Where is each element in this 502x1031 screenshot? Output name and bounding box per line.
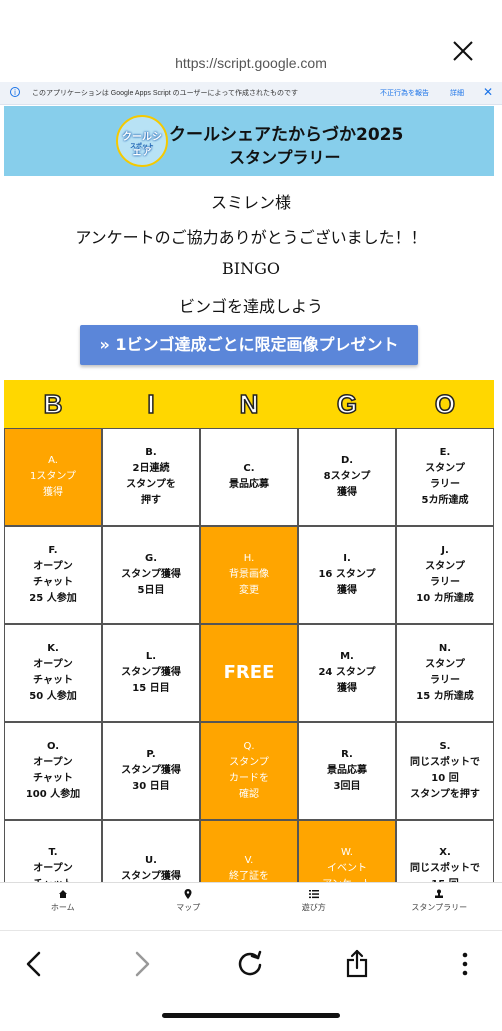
bingo-cell[interactable]: D. 8スタンプ 獲得 [298,428,396,526]
bingo-grid: A. 1スタンプ 獲得 B. 2日連続 スタンプを 押す C. 景品応募 D. 8スタ… [4,428,494,882]
report-abuse-link[interactable]: 不正行為を報告 [380,88,429,98]
nav-howto[interactable]: 遊び方 [251,883,377,921]
bingo-cell-text: W. イベント アンケート [322,845,372,882]
bingo-goal: ビンゴを達成しよう [0,293,502,317]
forward-icon[interactable] [124,947,158,981]
thanks-message: アンケートのご協力ありがとうございました！！ [0,224,502,248]
more-icon[interactable] [448,947,482,981]
header-title-line2: スタンプラリー [229,144,341,168]
bingo-cell-text: H. 背景画像 変更 [229,551,269,599]
bingo-cell[interactable]: M. 24 スタンプ 獲得 [298,624,396,722]
gas-banner-message: このアプリケーションは Google Apps Script のユーザーによって… [32,88,298,98]
bingo-cell[interactable]: F. オープン チャット 25 人参加 [4,526,102,624]
bingo-cell-text: T. オープン チャット [33,845,73,882]
bingo-cell-text: P. スタンプ獲得 30 日目 [121,747,181,795]
browser-url-bar: https://script.google.com [0,0,502,80]
bingo-cell-text: K. オープン チャット 50 人参加 [29,641,76,705]
bingo-cell[interactable]: H. 背景画像 変更 [200,526,298,624]
share-icon[interactable] [340,947,374,981]
app-bottom-nav: ホーム マップ 遊び方 スタンプラリー [0,882,502,921]
close-icon[interactable] [452,40,474,62]
bingo-letter-g: G [298,380,396,428]
bingo-cell[interactable]: E. スタンプ ラリー 5カ所達成 [396,428,494,526]
bingo-cell-text: Q. スタンプ カードを 確認 [229,739,269,803]
bingo-cell-text: X. 同じスポットで 15 回 [410,845,480,882]
nav-map-label: マップ [176,903,200,912]
bingo-cell-text: I. 16 スタンプ 獲得 [318,551,375,599]
bingo-letter-b: B [4,380,102,428]
bingo-title: BINGO [0,259,502,278]
bingo-cell-free[interactable]: FREE [200,624,298,722]
bingo-letter-n: N [200,380,298,428]
bingo-cell-text: L. スタンプ獲得 15 日目 [121,649,181,697]
bingo-cell[interactable]: R. 景品応募 3回目 [298,722,396,820]
header-title-line1: クールシェアたからづか2025 [169,120,403,145]
app-header: クールシェア スポット クールシェアたからづか2025 スタンプラリー [4,106,494,176]
gas-warning-banner: i このアプリケーションは Google Apps Script のユーザーによ… [0,82,502,105]
bingo-cell[interactable]: T. オープン チャット [4,820,102,882]
present-button[interactable]: » 1ビンゴ達成ごとに限定画像プレゼント [80,325,418,365]
bingo-cell[interactable]: O. オープン チャット 100 人参加 [4,722,102,820]
bingo-letter-o: O [396,380,494,428]
bingo-cell-text: N. スタンプ ラリー 15 カ所達成 [416,641,473,705]
nav-howto-label: 遊び方 [302,903,326,912]
user-name: スミレン様 [0,189,502,213]
list-icon [309,889,319,899]
details-link[interactable]: 詳細 [450,88,464,98]
nav-stamprally[interactable]: スタンプラリー [377,883,502,921]
bingo-cell[interactable]: N. スタンプ ラリー 15 カ所達成 [396,624,494,722]
bingo-cell-text: V. 終了証を [229,853,269,882]
bingo-cell[interactable]: A. 1スタンプ 獲得 [4,428,102,526]
home-indicator [162,1013,340,1018]
back-icon[interactable] [18,947,52,981]
bingo-cell-text: R. 景品応募 3回目 [327,747,367,795]
bingo-cell-text: D. 8スタンプ 獲得 [324,453,371,501]
nav-map[interactable]: マップ [126,883,252,921]
bingo-cell[interactable]: W. イベント アンケート [298,820,396,882]
bingo-header: B I N G O [4,380,494,428]
bingo-cell[interactable]: P. スタンプ獲得 30 日目 [102,722,200,820]
bingo-cell-text: FREE [224,665,275,681]
bingo-cell[interactable]: I. 16 スタンプ 獲得 [298,526,396,624]
bingo-cell[interactable]: K. オープン チャット 50 人参加 [4,624,102,722]
bingo-cell[interactable]: L. スタンプ獲得 15 日目 [102,624,200,722]
bingo-cell-text: F. オープン チャット 25 人参加 [29,543,76,607]
bingo-cell-text: O. オープン チャット 100 人参加 [26,739,80,803]
logo: クールシェア スポット [116,115,168,167]
bingo-cell-text: E. スタンプ ラリー 5カ所達成 [422,445,469,509]
bingo-cell[interactable]: J. スタンプ ラリー 10 カ所達成 [396,526,494,624]
nav-home[interactable]: ホーム [0,883,126,921]
nav-home-label: ホーム [51,903,75,912]
stamp-icon [434,889,444,899]
bingo-cell[interactable]: U. スタンプ獲得 [102,820,200,882]
bingo-cell-text: G. スタンプ獲得 5日目 [121,551,181,599]
bingo-cell[interactable]: B. 2日連続 スタンプを 押す [102,428,200,526]
nav-stamprally-label: スタンプラリー [411,903,467,912]
bingo-cell[interactable]: Q. スタンプ カードを 確認 [200,722,298,820]
bingo-cell[interactable]: G. スタンプ獲得 5日目 [102,526,200,624]
bingo-cell-text: M. 24 スタンプ 獲得 [318,649,375,697]
bingo-cell-text: A. 1スタンプ 獲得 [30,453,76,501]
logo-text-sub: スポット [120,141,164,150]
map-pin-icon [183,889,193,899]
bingo-cell[interactable]: X. 同じスポットで 15 回 [396,820,494,882]
bingo-cell-text: B. 2日連続 スタンプを 押す [126,445,176,509]
banner-close-icon[interactable]: ✕ [483,85,493,99]
reload-icon[interactable] [233,947,267,981]
bingo-cell[interactable]: C. 景品応募 [200,428,298,526]
bingo-cell-text: C. 景品応募 [229,461,269,493]
bingo-cell-text: S. 同じスポットで 10 回 スタンプを押す [410,739,480,803]
bingo-letter-i: I [102,380,200,428]
bingo-cell[interactable]: V. 終了証を [200,820,298,882]
url-text[interactable]: https://script.google.com [0,55,502,71]
bingo-cell-text: U. スタンプ獲得 [121,853,181,882]
home-icon [58,889,68,899]
bingo-cell-text: J. スタンプ ラリー 10 カ所達成 [416,543,473,607]
bingo-cell[interactable]: S. 同じスポットで 10 回 スタンプを押す [396,722,494,820]
info-icon: i [10,87,20,97]
